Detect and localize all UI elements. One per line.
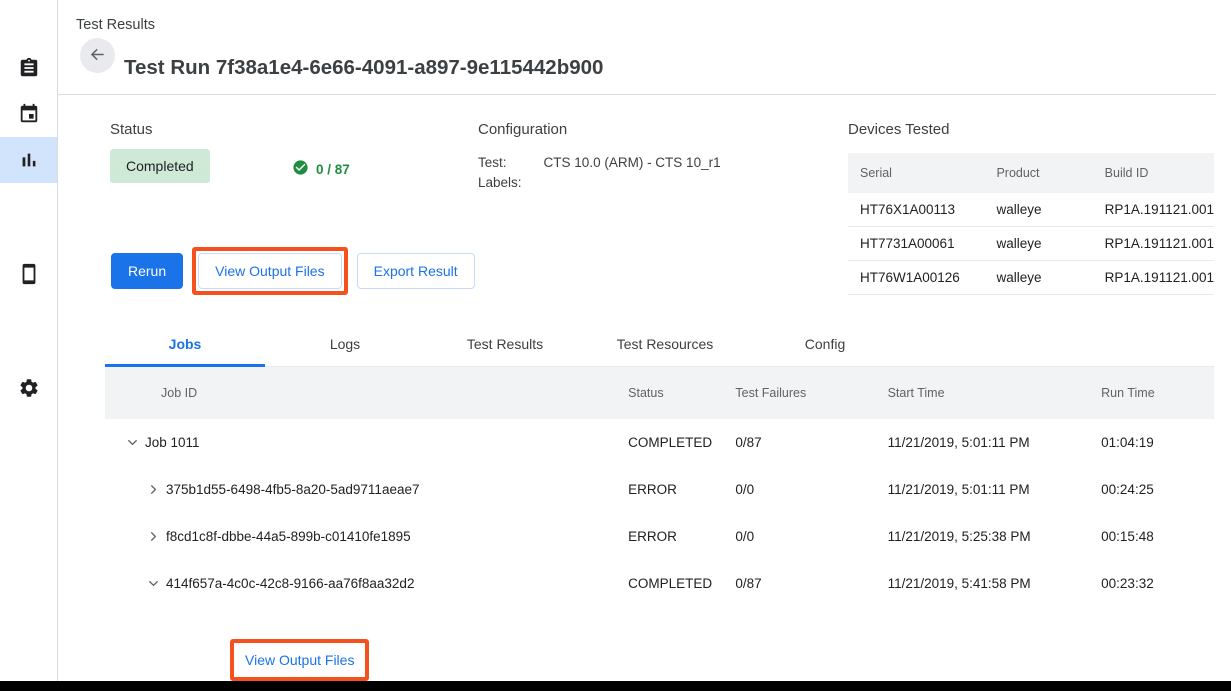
config-value: CTS 10.0 (ARM) - CTS 10_r1: [544, 153, 721, 173]
config-row: Test: CTS 10.0 (ARM) - CTS 10_r1: [478, 153, 721, 173]
failure-count: 0 / 87: [292, 159, 350, 179]
expanded-job-details: View Output Files: [105, 639, 1214, 681]
table-row[interactable]: HT76W1A00126 walleye RP1A.191121.001: [848, 261, 1214, 295]
table-row[interactable]: HT7731A00061 walleye RP1A.191121.001: [848, 227, 1214, 261]
failure-count-label: 0 / 87: [316, 162, 350, 177]
column-header-status: Status: [628, 367, 735, 419]
table-row[interactable]: 414f657a-4c0c-42c8-9166-aa76f8aa32d2 COM…: [105, 560, 1214, 607]
job-test-failures: 0/0: [735, 466, 887, 513]
devices-table: Serial Product Build ID HT76X1A00113 wal…: [848, 153, 1214, 295]
calendar-icon: [18, 103, 40, 125]
column-header-run-time: Run Time: [1101, 367, 1214, 419]
bottom-bar: [0, 681, 1231, 691]
tab-jobs[interactable]: Jobs: [105, 323, 265, 366]
export-result-button[interactable]: Export Result: [357, 253, 475, 289]
arrow-left-icon: [88, 45, 107, 67]
rerun-button[interactable]: Rerun: [111, 253, 183, 289]
job-id: 414f657a-4c0c-42c8-9166-aa76f8aa32d2: [166, 576, 414, 591]
view-output-files-button[interactable]: View Output Files: [198, 253, 341, 289]
job-status: ERROR: [628, 466, 735, 513]
device-product: walleye: [984, 193, 1092, 227]
job-start-time: 11/21/2019, 5:25:38 PM: [888, 513, 1102, 560]
sidebar: [0, 0, 58, 681]
chevron-down-icon[interactable]: [119, 435, 145, 450]
main-content: Status Completed 0 / 87 Rerun View Outpu…: [58, 95, 1231, 681]
column-header-test-failures: Test Failures: [735, 367, 887, 419]
device-build-id: RP1A.191121.001: [1093, 227, 1214, 261]
job-test-failures: 0/87: [735, 560, 887, 607]
bar-chart-icon: [18, 149, 40, 171]
sidebar-item-settings[interactable]: [0, 365, 57, 411]
device-serial: HT76W1A00126: [848, 261, 984, 295]
chevron-right-icon[interactable]: [140, 482, 166, 497]
job-run-time: 00:24:25: [1101, 466, 1214, 513]
job-view-output-files-button[interactable]: View Output Files: [236, 645, 363, 675]
page-header: Test Results Test Run 7f38a1e4-6e66-4091…: [58, 0, 1231, 95]
job-run-time: 00:23:32: [1101, 560, 1214, 607]
table-row[interactable]: Job 1011 COMPLETED 0/87 11/21/2019, 5:01…: [105, 419, 1214, 466]
gear-icon: [18, 377, 40, 399]
export-result-wrapper: Export Result: [357, 253, 475, 289]
jobs-table: Job ID Status Test Failures Start Time R…: [105, 367, 1214, 607]
job-start-time: 11/21/2019, 5:01:11 PM: [888, 466, 1102, 513]
sidebar-item-devices[interactable]: [0, 251, 57, 297]
device-product: walleye: [984, 261, 1092, 295]
column-header-build-id: Build ID: [1093, 153, 1214, 193]
device-build-id: RP1A.191121.001: [1093, 193, 1214, 227]
configuration-details: Test: CTS 10.0 (ARM) - CTS 10_r1 Labels:: [478, 153, 721, 193]
clipboard-icon: [18, 57, 40, 79]
sidebar-item-test-suites[interactable]: [0, 45, 57, 91]
sidebar-item-schedules[interactable]: [0, 91, 57, 137]
job-run-time: 00:15:48: [1101, 513, 1214, 560]
config-key: Test:: [478, 153, 544, 173]
tab-config[interactable]: Config: [745, 323, 905, 366]
job-id: Job 1011: [145, 435, 200, 450]
job-status: ERROR: [628, 513, 735, 560]
chevron-right-icon[interactable]: [140, 529, 166, 544]
devices-table-header-row: Serial Product Build ID: [848, 153, 1214, 193]
job-status: COMPLETED: [628, 560, 735, 607]
tab-test-resources[interactable]: Test Resources: [585, 323, 745, 366]
annotation-highlight-view-output-files: View Output Files: [192, 247, 347, 295]
devices-tested-heading: Devices Tested: [848, 121, 949, 138]
tab-logs[interactable]: Logs: [265, 323, 425, 366]
job-id: 375b1d55-6498-4fb5-8a20-5ad9711aeae7: [166, 482, 419, 497]
table-row[interactable]: 375b1d55-6498-4fb5-8a20-5ad9711aeae7 ERR…: [105, 466, 1214, 513]
jobs-table-header-row: Job ID Status Test Failures Start Time R…: [105, 367, 1214, 419]
column-header-serial: Serial: [848, 153, 984, 193]
back-button[interactable]: [80, 38, 115, 73]
job-start-time: 11/21/2019, 5:01:11 PM: [888, 419, 1102, 466]
device-product: walleye: [984, 227, 1092, 261]
device-icon: [18, 263, 40, 285]
job-start-time: 11/21/2019, 5:41:58 PM: [888, 560, 1102, 607]
breadcrumb[interactable]: Test Results: [76, 17, 155, 33]
job-id: f8cd1c8f-dbbe-44a5-899b-c01410fe1895: [166, 529, 411, 544]
tab-test-results[interactable]: Test Results: [425, 323, 585, 366]
column-header-job-id: Job ID: [105, 367, 628, 419]
configuration-heading: Configuration: [478, 121, 567, 138]
column-header-start-time: Start Time: [888, 367, 1102, 419]
table-row[interactable]: HT76X1A00113 walleye RP1A.191121.001: [848, 193, 1214, 227]
status-badge: Completed: [110, 149, 210, 183]
tab-bar: Jobs Logs Test Results Test Resources Co…: [105, 323, 1214, 367]
status-heading: Status: [110, 121, 153, 138]
job-test-failures: 0/87: [735, 419, 887, 466]
config-value: [544, 173, 721, 193]
device-serial: HT76X1A00113: [848, 193, 984, 227]
device-serial: HT7731A00061: [848, 227, 984, 261]
chevron-down-icon[interactable]: [140, 576, 166, 591]
config-row: Labels:: [478, 173, 721, 193]
job-status: COMPLETED: [628, 419, 735, 466]
device-build-id: RP1A.191121.001: [1093, 261, 1214, 295]
page-title: Test Run 7f38a1e4-6e66-4091-a897-9e11544…: [124, 56, 603, 80]
action-buttons: Rerun View Output Files Export Result: [111, 247, 475, 295]
annotation-highlight-job-view-output-files: View Output Files: [230, 639, 369, 681]
column-header-product: Product: [984, 153, 1092, 193]
table-row[interactable]: f8cd1c8f-dbbe-44a5-899b-c01410fe1895 ERR…: [105, 513, 1214, 560]
job-test-failures: 0/0: [735, 513, 887, 560]
sidebar-item-test-results[interactable]: [0, 137, 57, 183]
config-key: Labels:: [478, 173, 544, 193]
job-run-time: 01:04:19: [1101, 419, 1214, 466]
check-circle-icon: [292, 159, 309, 179]
